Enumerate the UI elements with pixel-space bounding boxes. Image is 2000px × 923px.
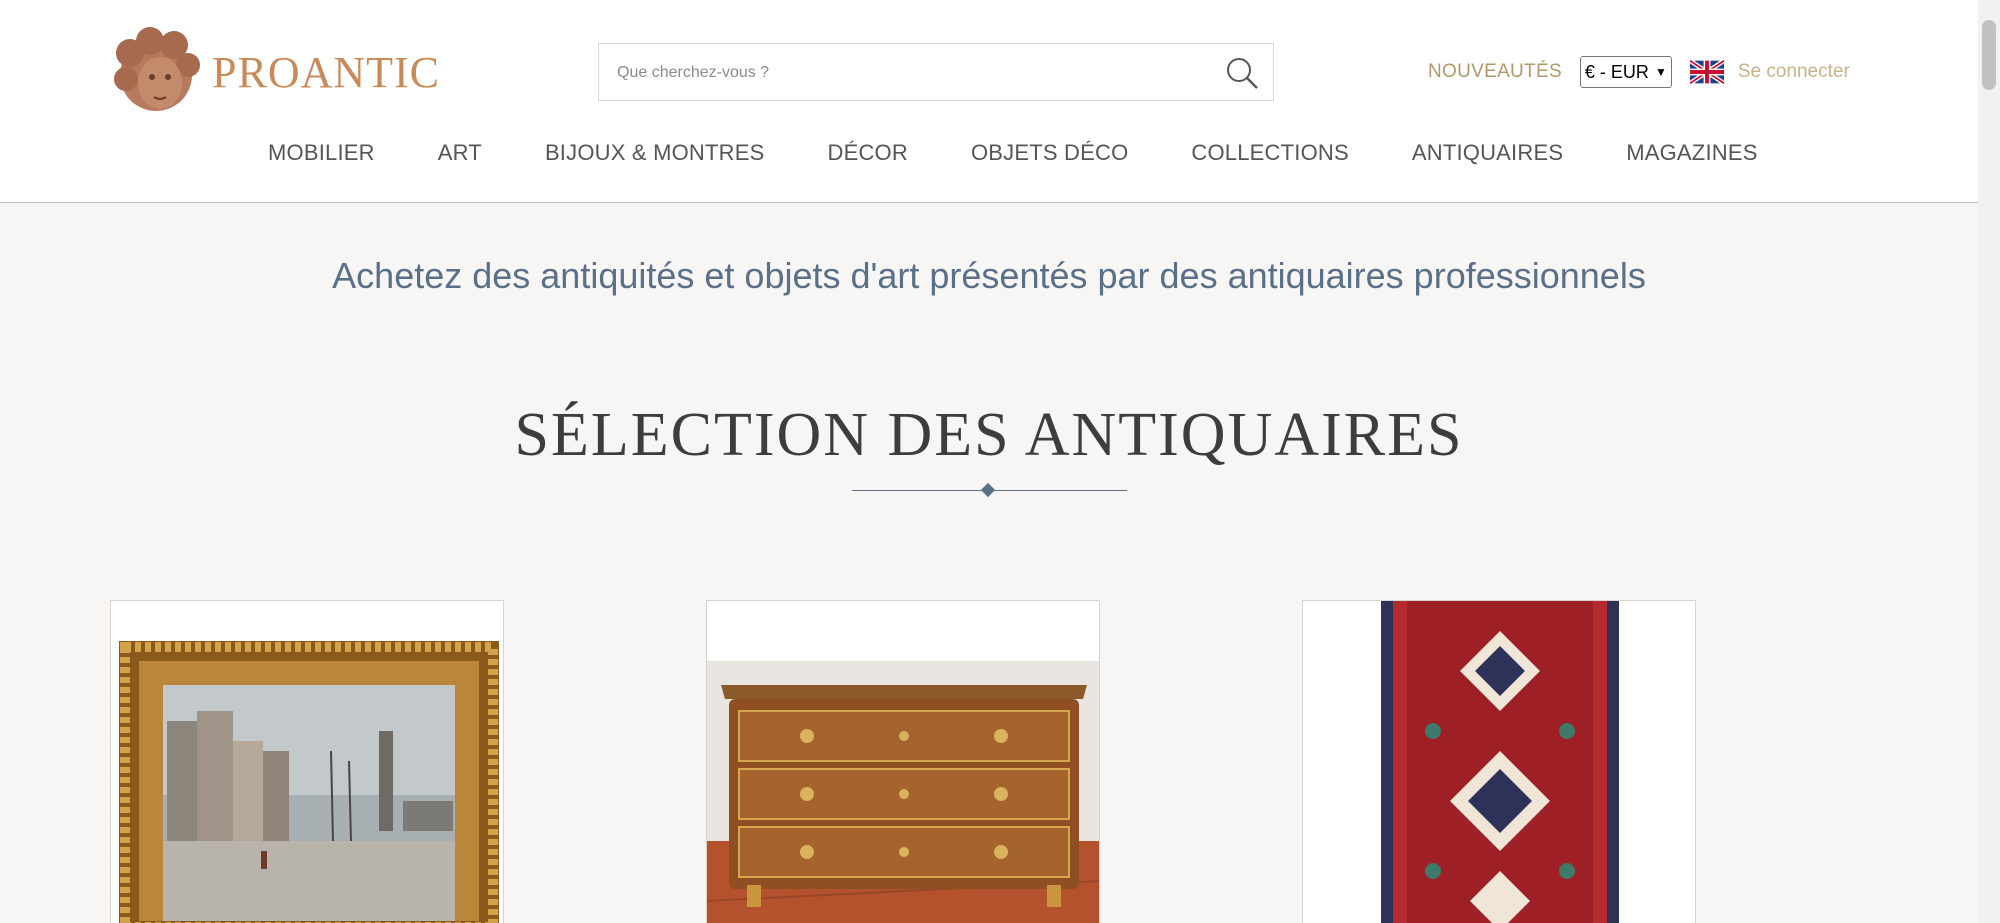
nav-item-magazines[interactable]: MAGAZINES [1626, 140, 1757, 166]
chevron-down-icon: ▼ [1654, 65, 1667, 79]
commode-image [707, 601, 1099, 923]
nav-item-art[interactable]: ART [438, 140, 482, 166]
product-card[interactable] [706, 600, 1100, 923]
product-card[interactable] [1302, 600, 1696, 923]
product-card[interactable] [110, 600, 504, 923]
framed-painting-image [111, 601, 503, 923]
search-input[interactable] [615, 44, 1199, 102]
currency-select[interactable]: € - EUR ▼ [1579, 56, 1672, 88]
scrollbar-thumb[interactable] [1982, 20, 1996, 90]
login-link[interactable]: Se connecter [1738, 61, 1850, 83]
currency-value: € - EUR [1584, 61, 1649, 82]
nav-item-mobilier[interactable]: MOBILIER [268, 140, 375, 166]
nav-item-bijoux-montres[interactable]: BIJOUX & MONTRES [545, 140, 765, 166]
cherub-head-logo-icon [114, 27, 200, 111]
nav-item-objets-deco[interactable]: OBJETS DÉCO [971, 140, 1128, 166]
nav-item-decor[interactable]: DÉCOR [828, 140, 908, 166]
site-logo[interactable]: PROANTIC [110, 22, 440, 122]
uk-flag-icon[interactable] [1689, 60, 1724, 84]
section-title: SÉLECTION DES ANTIQUAIRES [514, 401, 1464, 469]
header-utilities: NOUVEAUTÉS € - EUR ▼ Se connecter [1428, 54, 1850, 90]
nav-item-collections[interactable]: COLLECTIONS [1191, 140, 1348, 166]
nouveautes-link[interactable]: NOUVEAUTÉS [1428, 61, 1562, 83]
site-header: PROANTIC NOUVEAUTÉS € - EUR ▼ Se connect… [0, 0, 1978, 203]
oriental-rug-image [1303, 601, 1695, 923]
site-tagline: Achetez des antiquités et objets d'art p… [332, 255, 1646, 296]
nav-item-antiquaires[interactable]: ANTIQUAIRES [1412, 140, 1563, 166]
brand-name: PROANTIC [212, 47, 441, 97]
search-box[interactable] [598, 43, 1274, 102]
main-nav: MOBILIER ART BIJOUX & MONTRES DÉCOR OBJE… [268, 140, 1821, 166]
search-icon[interactable] [1225, 56, 1259, 90]
divider-diamond-icon [980, 482, 996, 498]
page-scrollbar[interactable] [1978, 0, 2000, 923]
